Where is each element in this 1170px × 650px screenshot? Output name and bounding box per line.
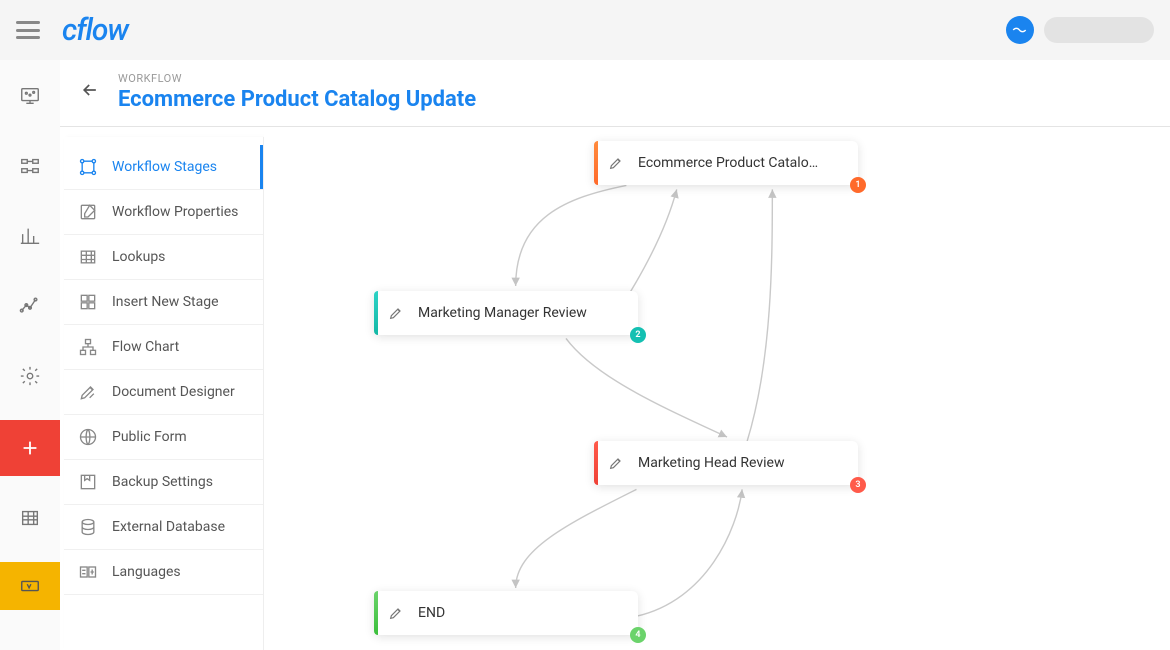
breadcrumb: WORKFLOW <box>118 72 476 85</box>
sidebar-item-document-designer[interactable]: Document Designer <box>64 370 263 415</box>
stage-label: Ecommerce Product Catalog Up… <box>638 155 824 171</box>
sidebar-item-label: External Database <box>112 519 225 535</box>
flow-arrows <box>264 127 1170 650</box>
sidebar-item-insert-new-stage[interactable]: Insert New Stage <box>64 280 263 325</box>
stage-number-badge: 1 <box>850 177 866 193</box>
stage-label: Marketing Manager Review <box>418 305 587 321</box>
search-placeholder[interactable] <box>1044 17 1154 43</box>
stage-node-2[interactable]: Marketing Manager Review 2 <box>374 291 638 335</box>
pencil-icon <box>388 605 404 621</box>
sidebar-item-label: Document Designer <box>112 384 235 400</box>
sidebar-item-label: Backup Settings <box>112 474 213 490</box>
rail-dashboard-icon[interactable] <box>0 78 60 114</box>
sidebar-item-workflow-stages[interactable]: Workflow Stages <box>64 145 263 190</box>
icon-rail <box>0 60 60 650</box>
stage-node-4[interactable]: END 4 <box>374 591 638 635</box>
back-button[interactable] <box>80 80 100 104</box>
rail-add-button[interactable] <box>0 420 60 476</box>
stage-number-badge: 4 <box>630 627 646 643</box>
sidebar-item-lookups[interactable]: Lookups <box>64 235 263 280</box>
sidebar-item-label: Workflow Properties <box>112 204 238 220</box>
pencil-icon <box>608 155 624 171</box>
hamburger-menu[interactable] <box>16 21 40 39</box>
app-switcher-icon[interactable] <box>1006 16 1034 44</box>
rail-workflow-icon[interactable] <box>0 148 60 184</box>
rail-analytics-icon[interactable] <box>0 218 60 254</box>
rail-settings-icon[interactable] <box>0 358 60 394</box>
rail-ticket-icon[interactable] <box>0 562 60 610</box>
stage-label: Marketing Head Review <box>638 455 785 471</box>
rail-trends-icon[interactable] <box>0 288 60 324</box>
sidebar-item-label: Insert New Stage <box>112 294 219 310</box>
sidebar-item-external-database[interactable]: External Database <box>64 505 263 550</box>
stage-number-badge: 3 <box>850 477 866 493</box>
stage-number-badge: 2 <box>630 327 646 343</box>
sidebar-item-public-form[interactable]: Public Form <box>64 415 263 460</box>
stage-node-3[interactable]: Marketing Head Review 3 <box>594 441 858 485</box>
page-header: WORKFLOW Ecommerce Product Catalog Updat… <box>60 60 1170 127</box>
sidebar-item-workflow-properties[interactable]: Workflow Properties <box>64 190 263 235</box>
stage-node-1[interactable]: Ecommerce Product Catalog Up… 1 <box>594 141 858 185</box>
sidebar-item-label: Lookups <box>112 249 165 265</box>
flow-canvas[interactable]: Ecommerce Product Catalog Up… 1 Marketin… <box>264 127 1170 650</box>
pencil-icon <box>388 305 404 321</box>
sidebar-item-backup-settings[interactable]: Backup Settings <box>64 460 263 505</box>
pencil-icon <box>608 455 624 471</box>
sidebar-item-label: Public Form <box>112 429 187 445</box>
sidebar: Workflow Stages Workflow Properties Lookup… <box>64 137 264 650</box>
page-title: Ecommerce Product Catalog Update <box>118 87 476 112</box>
sidebar-item-label: Flow Chart <box>112 339 179 355</box>
sidebar-item-languages[interactable]: Languages <box>64 550 263 595</box>
logo: cflow <box>62 13 128 48</box>
sidebar-item-label: Languages <box>112 564 181 580</box>
sidebar-item-flow-chart[interactable]: Flow Chart <box>64 325 263 370</box>
sidebar-item-label: Workflow Stages <box>112 159 217 175</box>
rail-table-icon[interactable] <box>0 500 60 536</box>
stage-label: END <box>418 605 445 621</box>
